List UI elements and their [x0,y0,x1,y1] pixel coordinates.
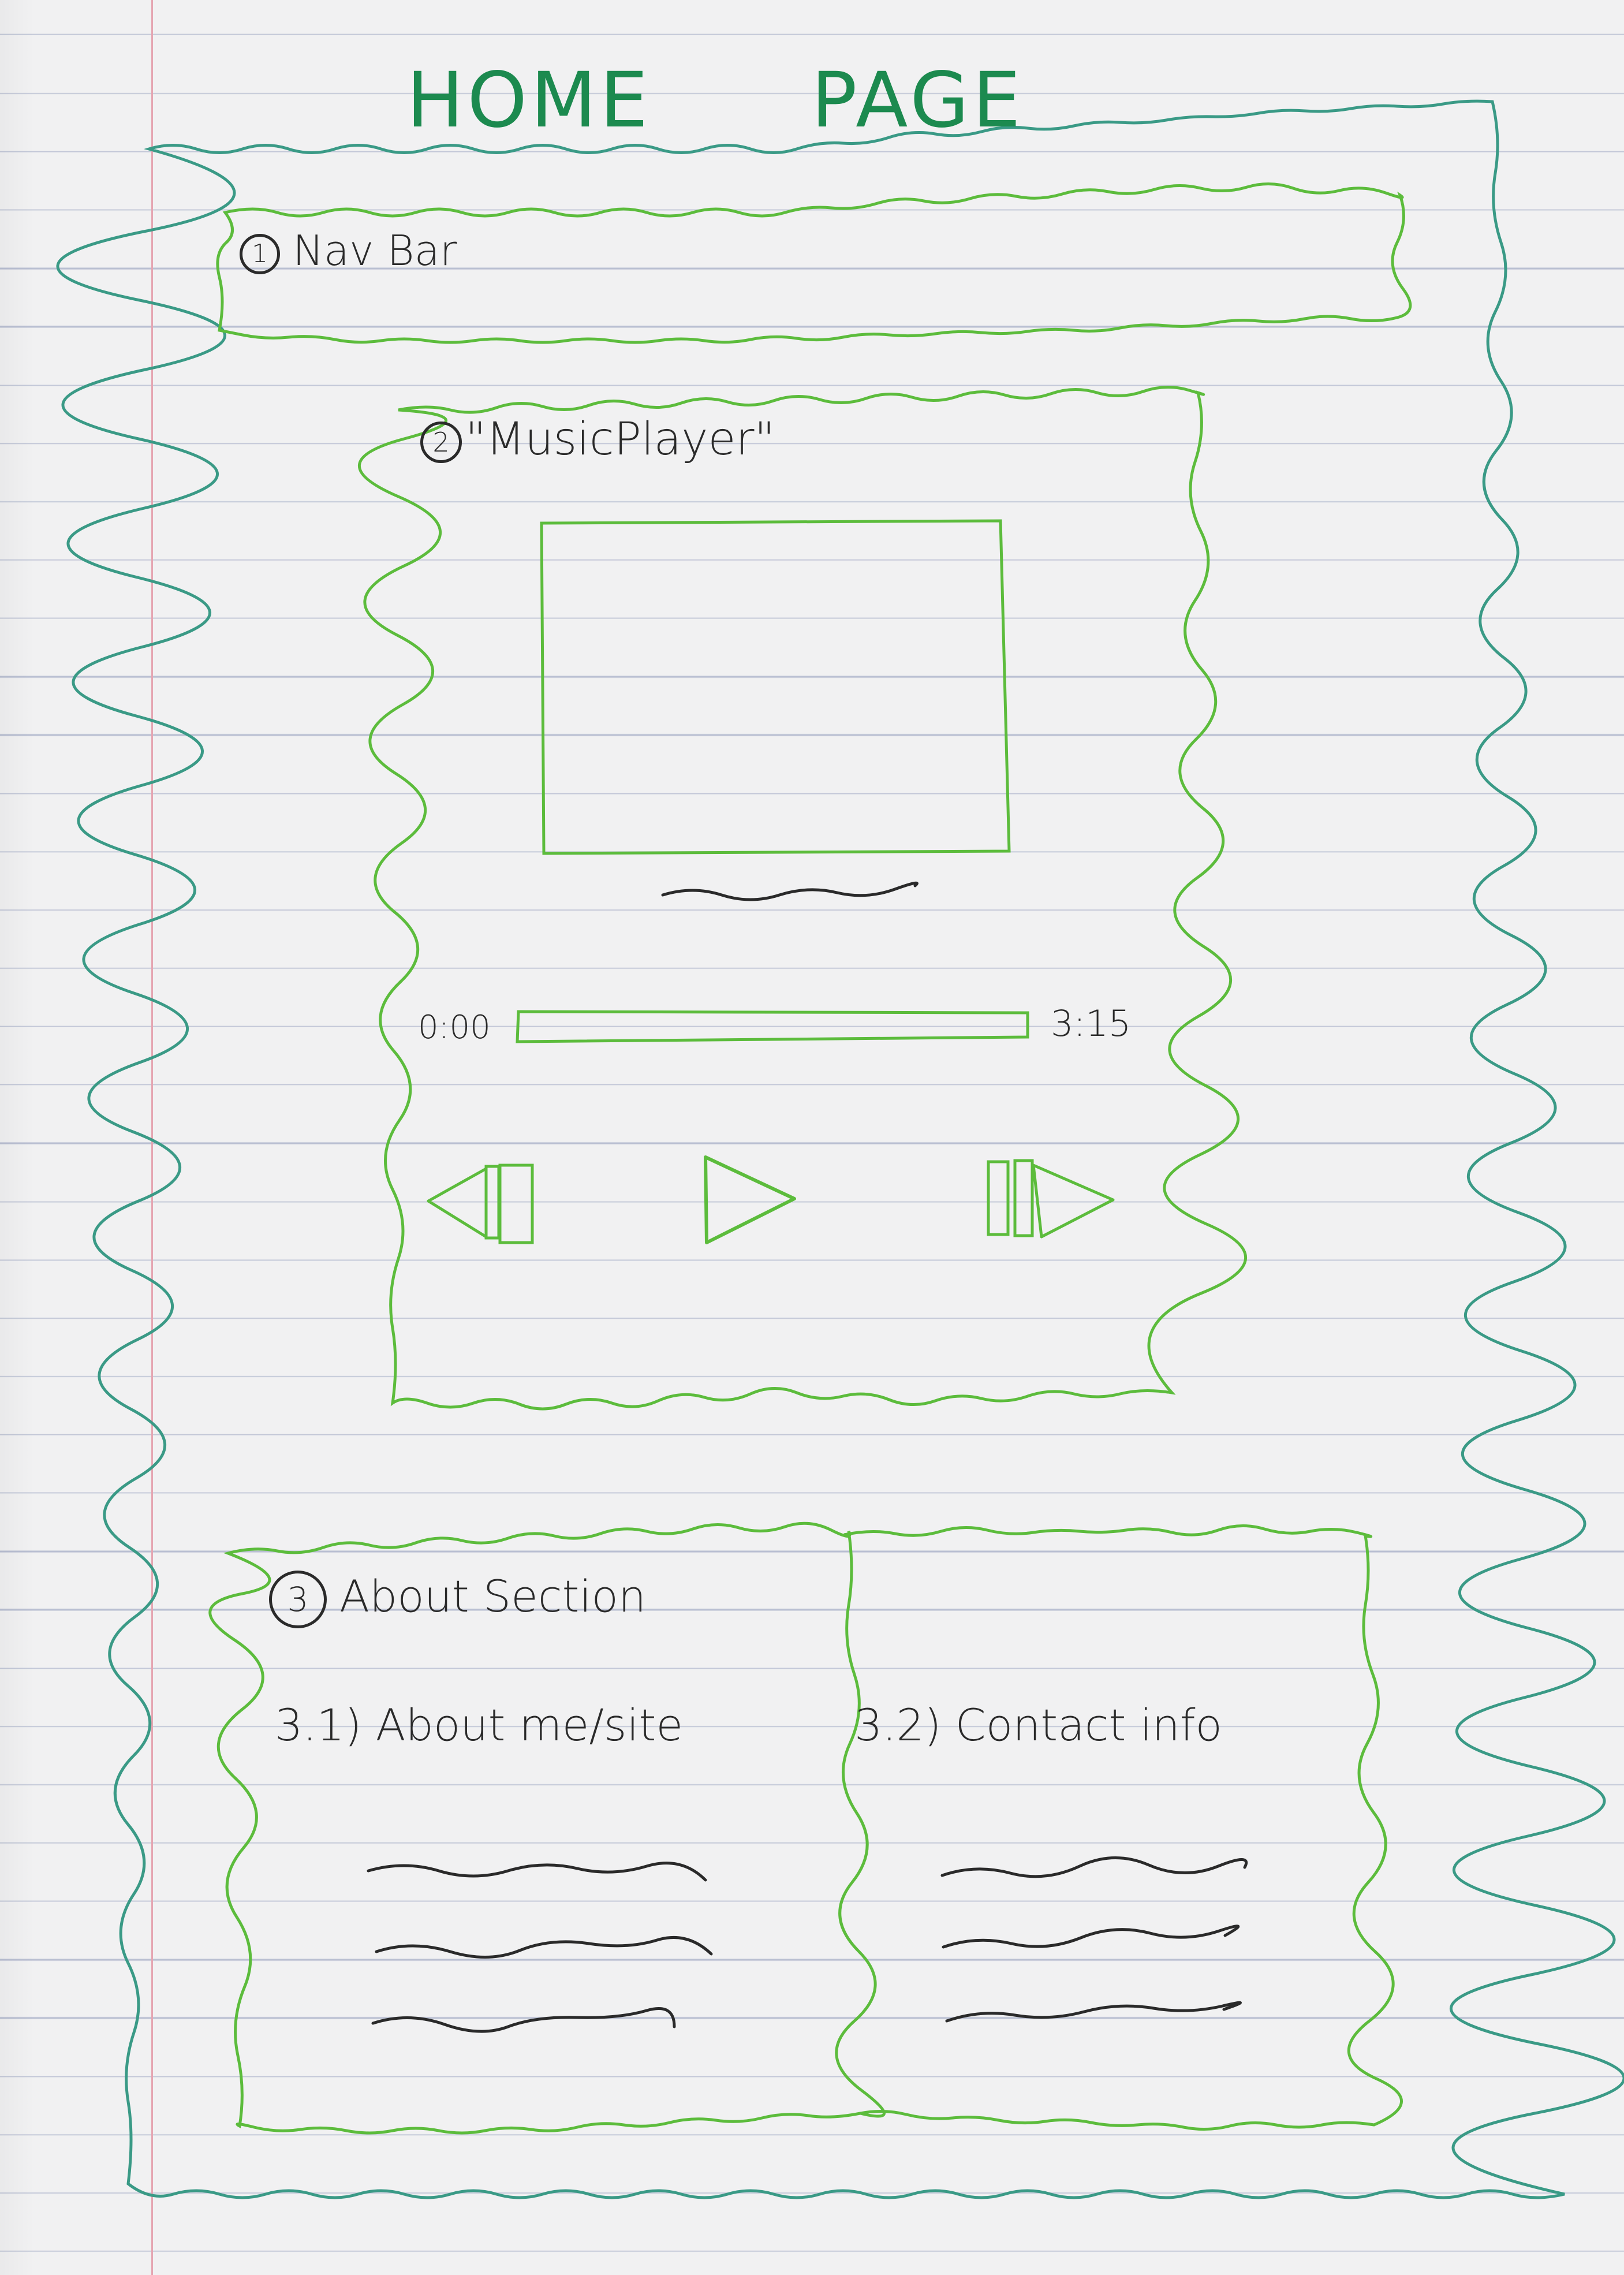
about-me-text-scribbles [367,1862,713,2033]
time-total: 3:15 [1051,1002,1132,1045]
about-label: About Section [339,1571,647,1622]
music-player-label: "MusicPlayer" [465,413,775,465]
navbar-number-badge: 1 [240,233,280,274]
previous-icon [427,1163,534,1244]
play-icon [704,1155,796,1244]
navbar-section-label: 1 Nav Bar [240,230,457,274]
contact-info-label: 3.2) Contact info [854,1699,1223,1751]
progress-bar-track [516,1010,1029,1043]
contact-info-text-scribbles [940,1856,1248,2023]
song-title-scribble [661,881,919,901]
page-title-page: PAGE [811,56,1024,145]
time-elapsed: 0:00 [418,1009,491,1046]
about-section-label: 3 About Section [269,1571,646,1628]
contact-section-box [843,1524,1403,2131]
about-number-badge: 3 [269,1571,327,1628]
page-frame [56,99,1624,2199]
wireframe-sketch [56,99,1624,2199]
music-player-number-badge: 2 [420,421,462,463]
album-art-placeholder [540,519,1011,855]
next-icon [987,1159,1115,1239]
music-player-box [358,386,1247,1411]
navbar-label: Nav Bar [293,226,457,275]
music-player-section-label: 2 "MusicPlayer" [420,417,775,463]
about-me-label: 3.1) About me/site [275,1699,684,1751]
page-title-home: HOME [406,56,652,145]
